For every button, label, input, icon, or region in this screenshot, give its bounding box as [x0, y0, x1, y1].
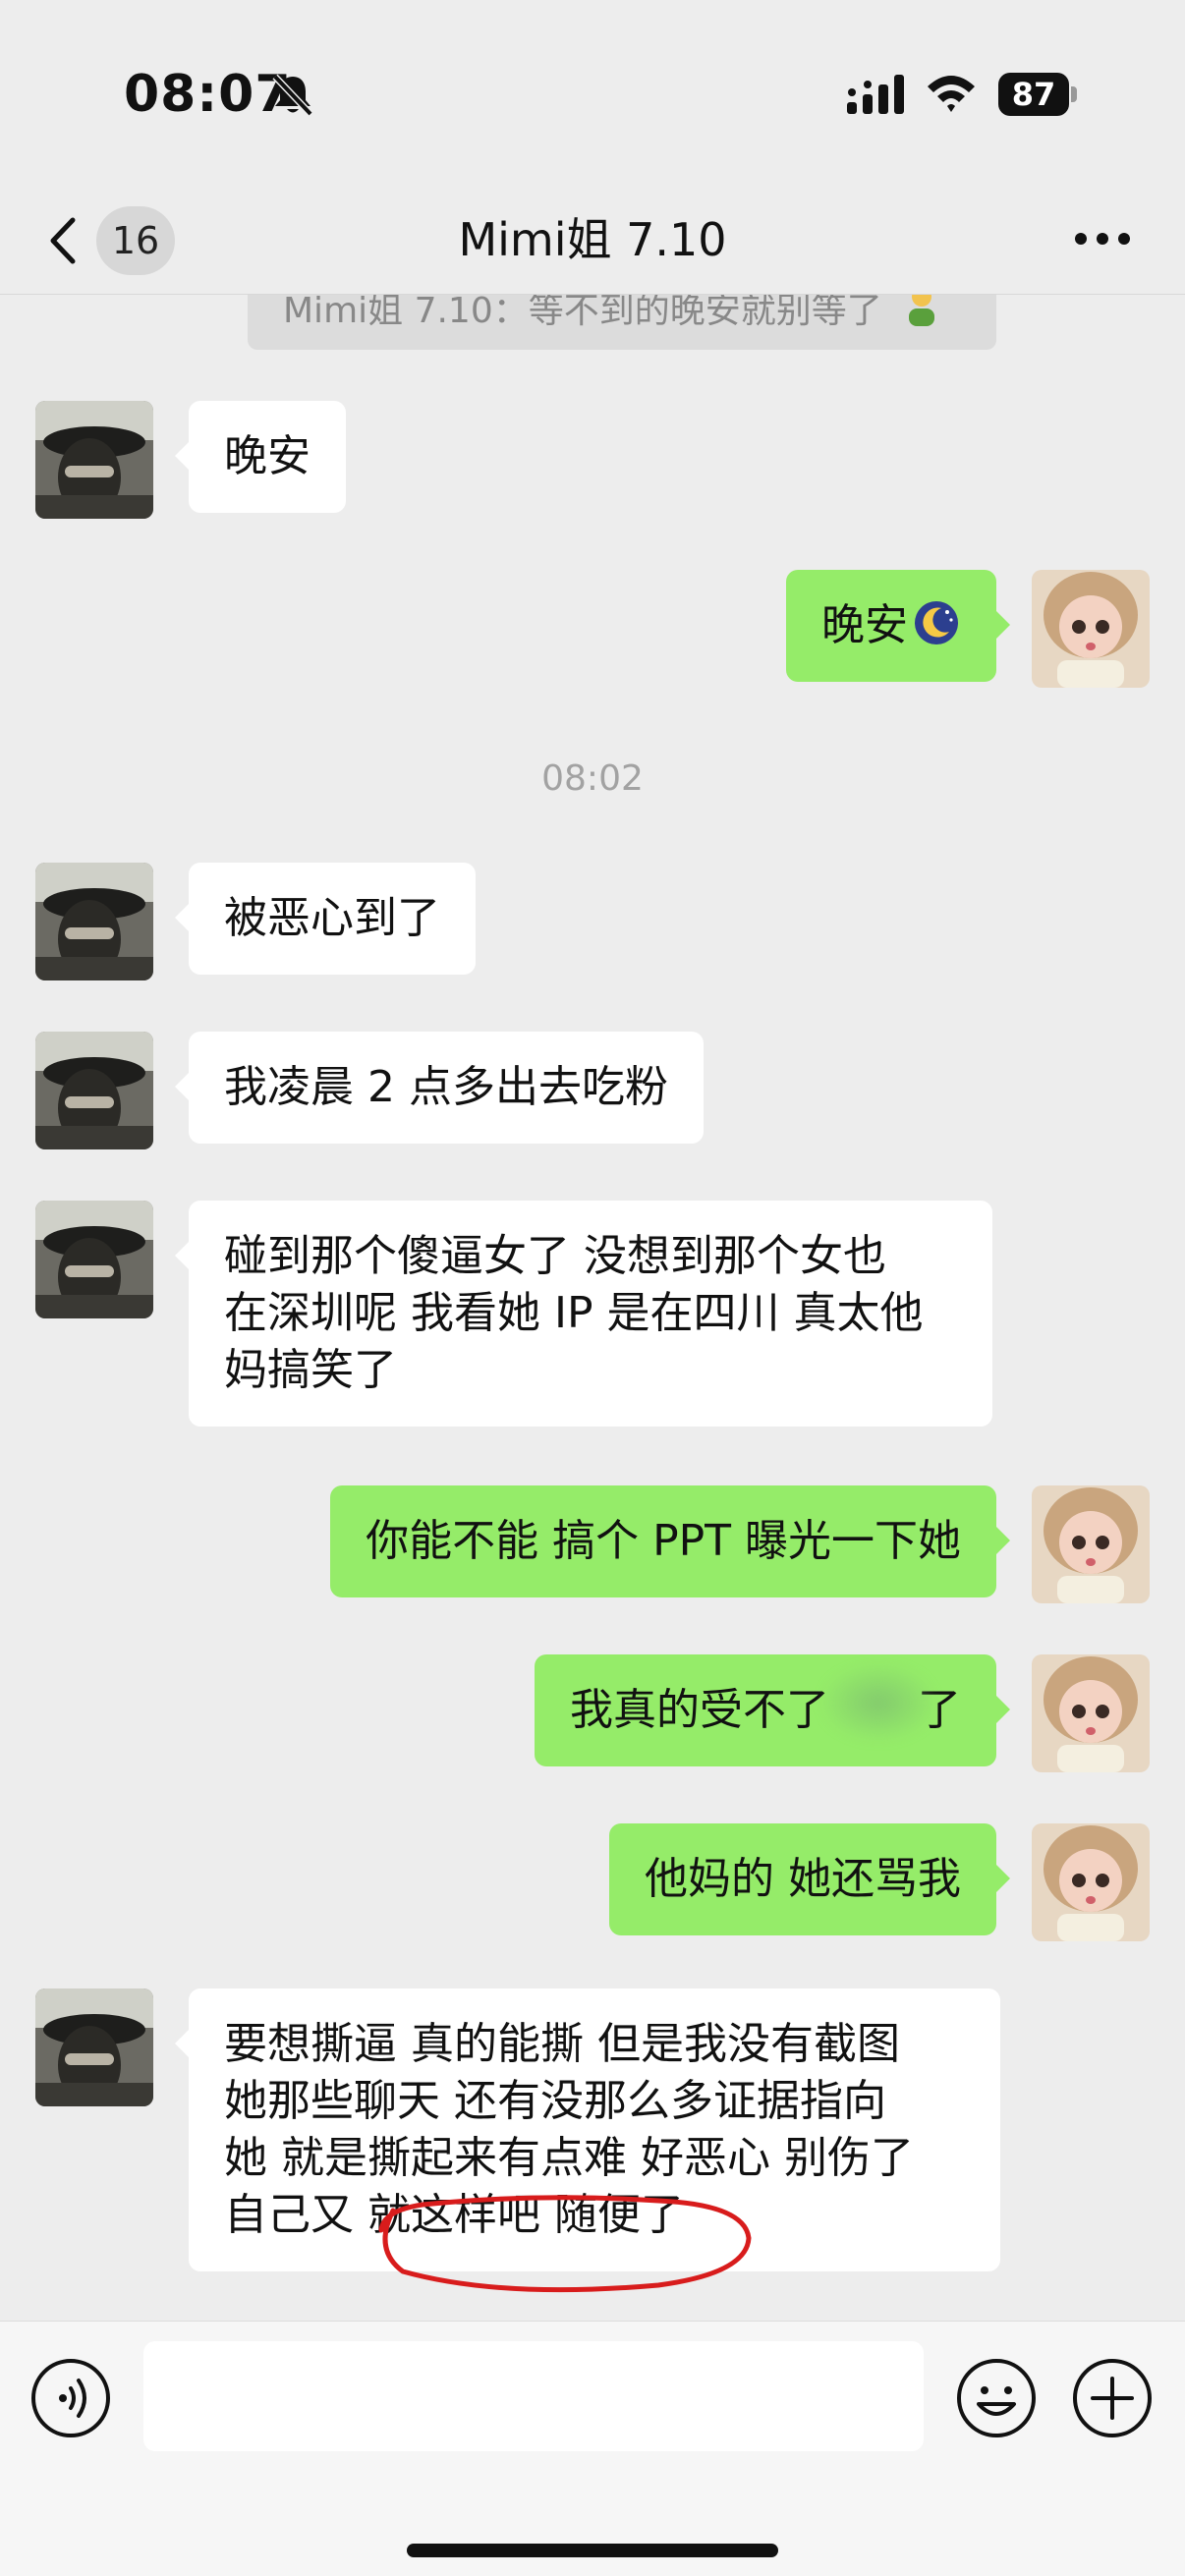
contact-avatar[interactable]: [35, 1988, 153, 2106]
status-bar: 08:07 87: [0, 0, 1185, 187]
my-avatar-image: [1032, 1485, 1150, 1603]
more-button[interactable]: [1073, 216, 1132, 261]
chat-title: Mimi姐 7.10: [458, 213, 727, 266]
message-text-line: 她 就是撕起来有点难 好恶心 别伤了: [224, 2133, 914, 2183]
message-bubble-incoming[interactable]: 晚安: [175, 401, 346, 513]
message-text: 我凌晨 2 点多出去吃粉: [224, 1062, 668, 1112]
red-circle-annotation: [378, 2195, 752, 2293]
my-avatar-image: [1032, 1823, 1150, 1941]
blurred-text-region: [819, 1663, 937, 1742]
message-bubble-outgoing[interactable]: 他妈的 她还骂我: [609, 1823, 1010, 1935]
message-text-line: 碰到那个傻逼女了 没想到那个女也: [224, 1231, 886, 1281]
message-text-line: 要想撕逼 真的能撕 但是我没有截图: [224, 2019, 900, 2069]
quoted-message[interactable]: Mimi姐 7.10：等不到的晚安就别等了: [248, 295, 996, 350]
emoji-smile-icon[interactable]: [955, 2357, 1038, 2439]
signal-icon: [847, 75, 904, 114]
chat-header: 16 Mimi姐 7.10: [0, 187, 1185, 295]
moon-sleep-emoji-icon: [915, 601, 958, 644]
contact-avatar[interactable]: [35, 1032, 153, 1149]
bell-slash-icon: [272, 74, 313, 117]
wifi-icon: [928, 76, 975, 112]
home-indicator[interactable]: [407, 2544, 778, 2557]
my-avatar[interactable]: [1032, 1654, 1150, 1772]
contact-avatar-image: [35, 1201, 153, 1318]
status-time: 08:07: [124, 65, 292, 124]
voice-icon[interactable]: [29, 2357, 112, 2439]
message-text: 你能不能 搞个 PPT 曝光一下她: [366, 1516, 961, 1566]
input-bar: [0, 2321, 1185, 2576]
contact-avatar-image: [35, 401, 153, 519]
message-timestamp: 08:02: [541, 758, 644, 799]
unread-count-badge: 16: [96, 206, 175, 275]
plus-icon[interactable]: [1071, 2357, 1154, 2439]
my-avatar[interactable]: [1032, 1485, 1150, 1603]
my-avatar-image: [1032, 1654, 1150, 1772]
message-bubble-incoming[interactable]: 被恶心到了: [175, 863, 476, 975]
message-text-line: 妈搞笑了: [224, 1345, 397, 1395]
my-avatar[interactable]: [1032, 1823, 1150, 1941]
my-avatar[interactable]: [1032, 570, 1150, 688]
contact-avatar-image: [35, 1988, 153, 2106]
message-text: 晚安: [224, 431, 310, 481]
back-button[interactable]: 16: [39, 200, 187, 279]
message-text: 我真的受不了: [570, 1685, 829, 1735]
message-input[interactable]: [143, 2341, 924, 2451]
battery-tip: [1071, 86, 1077, 102]
chat-message-list[interactable]: Mimi姐 7.10：等不到的晚安就别等了 晚安 晚安 08:02 被恶心到了 …: [0, 295, 1185, 2321]
contact-avatar[interactable]: [35, 401, 153, 519]
my-avatar-image: [1032, 570, 1150, 688]
message-bubble-outgoing[interactable]: 晚安: [786, 570, 1010, 682]
message-text: 晚安: [821, 600, 908, 650]
quoted-message-text: Mimi姐 7.10：等不到的晚安就别等了: [283, 295, 882, 331]
message-bubble-incoming[interactable]: 碰到那个傻逼女了 没想到那个女也 在深圳呢 我看她 IP 是在四川 真太他 妈搞…: [175, 1201, 992, 1427]
message-text: 被恶心到了: [224, 893, 440, 943]
contact-avatar-image: [35, 1032, 153, 1149]
message-bubble-outgoing[interactable]: 你能不能 搞个 PPT 曝光一下她: [330, 1485, 1010, 1597]
message-text-line: 在深圳呢 我看她 IP 是在四川 真太他: [224, 1288, 924, 1338]
message-text-line: 她那些聊天 还有没那么多证据指向: [224, 2076, 886, 2126]
more-dots-icon: [1075, 233, 1130, 245]
battery-icon: 87: [998, 73, 1077, 116]
message-bubble-outgoing[interactable]: 我真的受不了了: [535, 1654, 1010, 1766]
contact-avatar[interactable]: [35, 1201, 153, 1318]
contact-avatar-image: [35, 863, 153, 980]
battery-level: 87: [998, 73, 1069, 116]
blur-patch: [819, 1663, 937, 1742]
chevron-left-icon: [50, 217, 76, 264]
message-bubble-incoming[interactable]: 我凌晨 2 点多出去吃粉: [175, 1032, 704, 1144]
contact-avatar[interactable]: [35, 863, 153, 980]
message-text: 他妈的 她还骂我: [645, 1854, 961, 1904]
person-emoji-icon: [909, 295, 935, 326]
